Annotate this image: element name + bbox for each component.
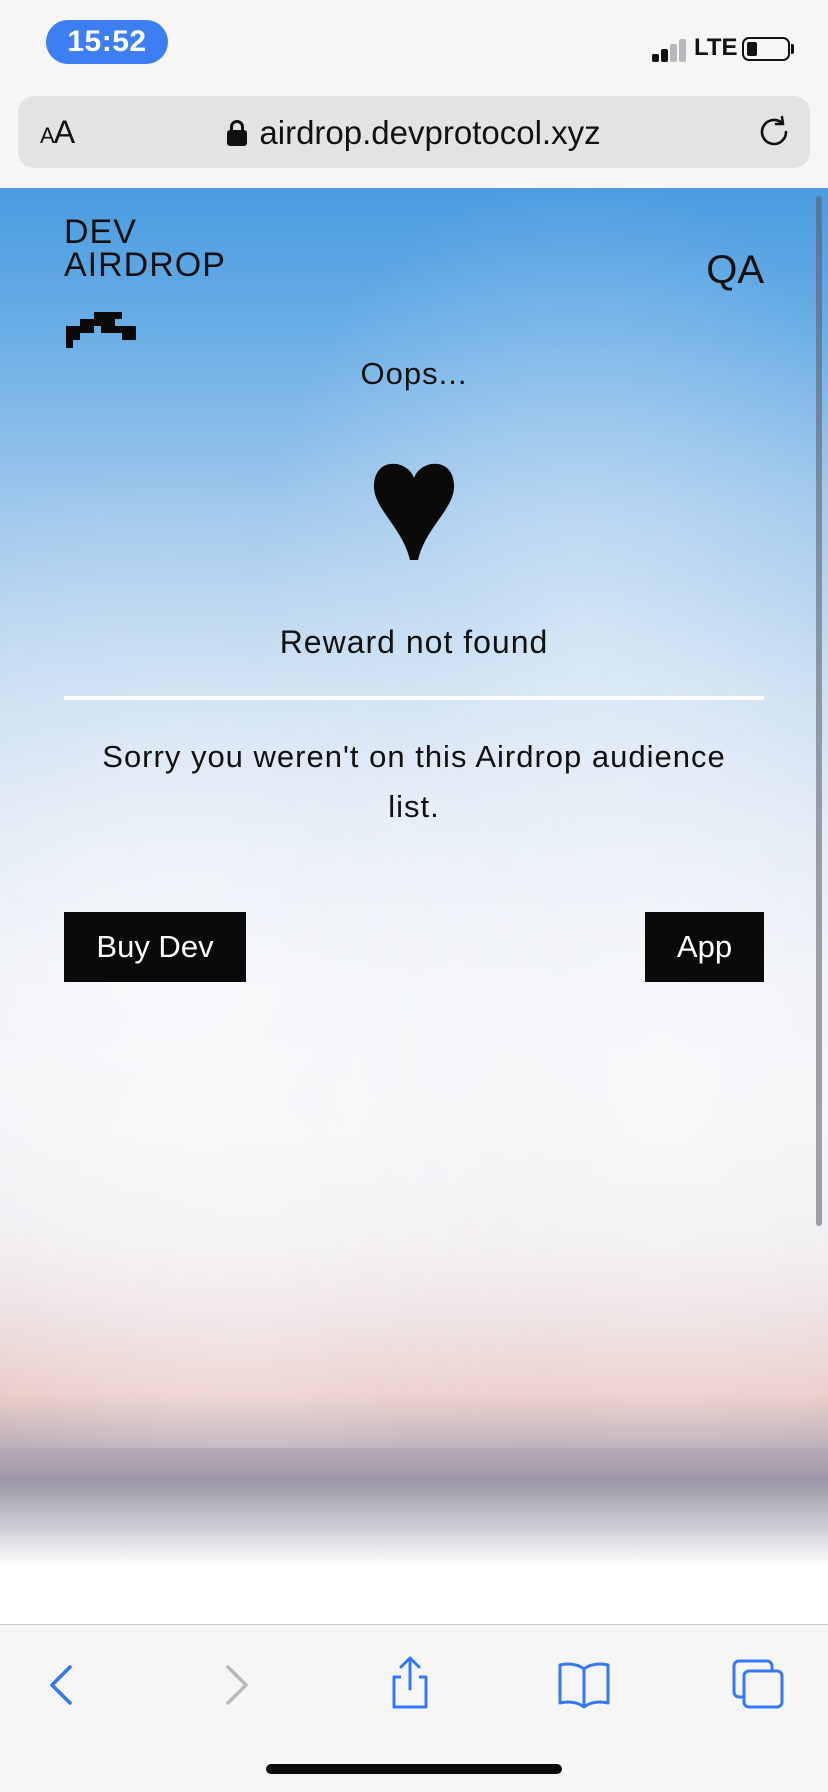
web-content: DEV AIRDROP QA Oops... Reward not found … (0, 188, 828, 1624)
battery-icon (742, 37, 790, 61)
share-icon[interactable] (380, 1653, 440, 1713)
tabs-icon[interactable] (728, 1653, 788, 1713)
signal-icon (652, 38, 688, 62)
app-button[interactable]: App (645, 912, 764, 982)
result-title: Reward not found (279, 624, 549, 660)
screen: 15:52 LTE AA airdrop.devprotocol.xyz DEV… (0, 0, 828, 1792)
nav-qa-link[interactable]: QA (706, 248, 764, 293)
logo-pixel-mark-icon (66, 312, 136, 348)
result-heading: Oops... (360, 356, 468, 391)
logo-line-airdrop: AIRDROP (64, 246, 226, 284)
heart-icon (373, 463, 455, 560)
lock-icon (227, 120, 248, 146)
address-bar[interactable]: AA airdrop.devprotocol.xyz (18, 96, 810, 168)
url-text: airdrop.devprotocol.xyz (259, 114, 601, 151)
home-indicator[interactable] (266, 1764, 562, 1774)
battery-cap (791, 44, 794, 54)
logo-line-dev: DEV (64, 213, 137, 251)
divider (64, 696, 764, 700)
site-logo[interactable]: DEV AIRDROP (64, 213, 244, 348)
status-bar: 15:52 LTE (0, 0, 828, 90)
status-time[interactable]: 15:52 (46, 20, 168, 64)
bookmarks-icon[interactable] (554, 1653, 614, 1713)
forward-icon[interactable] (206, 1653, 266, 1713)
network-label: LTE (694, 34, 738, 61)
buy-dev-button[interactable]: Buy Dev (64, 912, 246, 982)
back-icon[interactable] (32, 1653, 92, 1713)
reload-icon[interactable] (756, 114, 792, 150)
result-message: Sorry you weren't on this Airdrop audien… (102, 739, 726, 824)
url-display[interactable]: airdrop.devprotocol.xyz (18, 114, 810, 152)
scroll-indicator[interactable] (816, 196, 822, 1226)
